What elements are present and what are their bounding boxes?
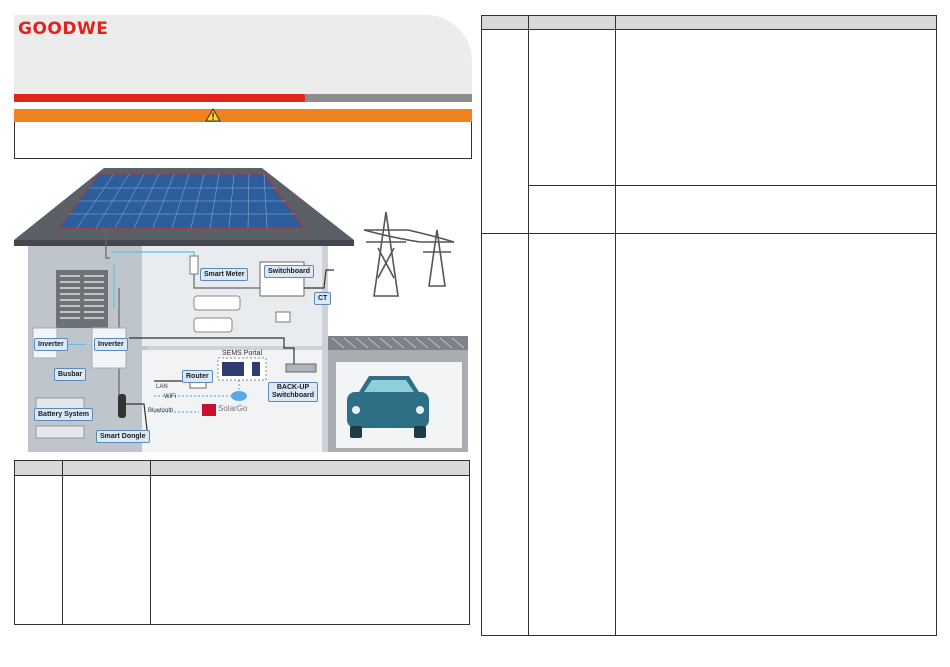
sems-portal-label: SEMS Portal bbox=[222, 350, 263, 357]
table-cell bbox=[62, 475, 151, 625]
warning-header bbox=[14, 109, 472, 122]
wifi-label: WiFi bbox=[164, 394, 176, 400]
table-header-cell bbox=[62, 460, 151, 476]
smart-dongle-label: Smart Dongle bbox=[96, 430, 150, 443]
inverter-right-label: Inverter bbox=[94, 338, 128, 351]
warning-triangle-icon bbox=[205, 108, 221, 122]
table-row bbox=[481, 233, 937, 636]
backup-switchboard-label: BACK-UP Switchboard bbox=[268, 382, 319, 402]
router-label: Router bbox=[182, 370, 213, 383]
cloud-icon bbox=[231, 391, 247, 401]
table-header-cell bbox=[481, 15, 529, 30]
table-header-row bbox=[481, 15, 937, 30]
bluetooth-label: Bluetooth bbox=[148, 408, 174, 414]
table-header-cell bbox=[615, 15, 937, 30]
battery-system-label: Battery System bbox=[34, 408, 93, 421]
table-header-cell bbox=[14, 460, 63, 476]
power-tower bbox=[363, 211, 455, 297]
backup-label-line1: BACK-UP bbox=[276, 384, 310, 391]
table-row bbox=[482, 185, 937, 234]
table-cell bbox=[481, 29, 529, 234]
table-cell bbox=[528, 233, 616, 636]
table-cell bbox=[528, 185, 616, 234]
backup-label-line2: Switchboard bbox=[272, 392, 315, 399]
table-row bbox=[481, 29, 937, 234]
progress-bar-gray bbox=[305, 94, 472, 102]
goodwe-logo: GOODWE bbox=[18, 19, 109, 39]
table-cell bbox=[150, 475, 470, 625]
smart-meter-label: Smart Meter bbox=[200, 268, 249, 281]
solargo-label: SolarGo bbox=[218, 404, 248, 413]
table-header-row bbox=[14, 460, 470, 476]
inverter-left-label: Inverter bbox=[34, 338, 68, 351]
ct-label: CT bbox=[314, 292, 332, 305]
table-cell bbox=[615, 185, 937, 234]
lan-label: LAN bbox=[156, 384, 168, 390]
table-row bbox=[14, 475, 470, 625]
left-table bbox=[14, 460, 470, 625]
table-cell bbox=[481, 233, 529, 636]
right-table bbox=[481, 15, 937, 636]
smart-dongle-device bbox=[118, 394, 126, 418]
table-cell bbox=[615, 29, 937, 186]
progress-bar-red bbox=[14, 94, 303, 102]
system-diagram: Smart Meter Switchboard CT Inverter Inve… bbox=[14, 168, 468, 452]
table-cell bbox=[14, 475, 63, 625]
switchboard-label: Switchboard bbox=[264, 265, 315, 278]
table-header-cell bbox=[150, 460, 470, 476]
table-cell bbox=[615, 233, 937, 636]
busbar-label: Busbar bbox=[54, 368, 87, 381]
table-cell bbox=[528, 29, 616, 186]
table-header-cell bbox=[528, 15, 616, 30]
